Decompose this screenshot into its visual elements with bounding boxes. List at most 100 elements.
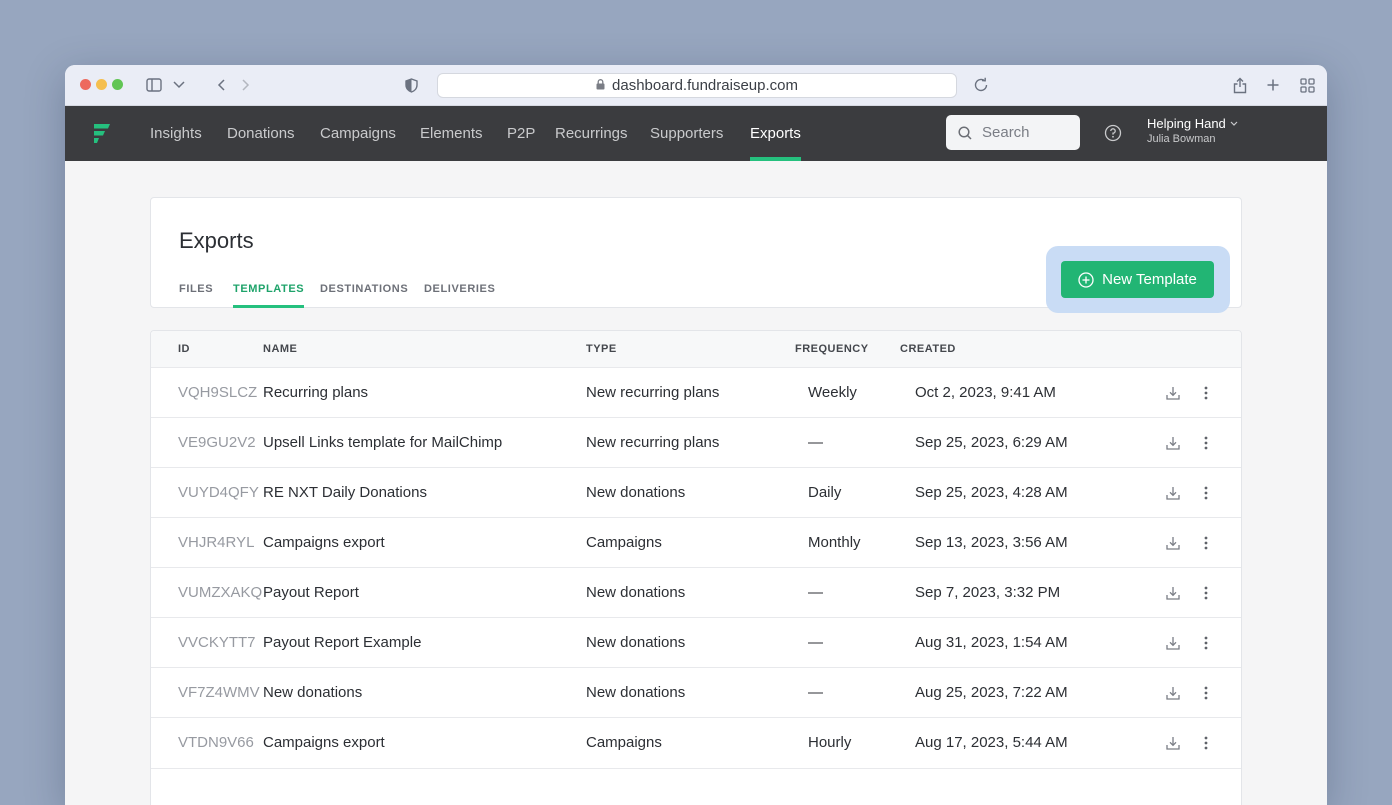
column-header-name: NAME <box>263 343 298 355</box>
url-text: dashboard.fundraiseup.com <box>612 77 798 94</box>
zoom-window-button[interactable] <box>112 79 123 90</box>
account-switcher[interactable]: Helping Hand Julia Bowman <box>1147 116 1238 145</box>
plus-circle-icon <box>1078 271 1094 288</box>
sidebar-toggle-icon[interactable] <box>143 74 165 96</box>
nav-p2p[interactable]: P2P <box>507 106 535 161</box>
row-type: New recurring plans <box>586 434 720 451</box>
column-header-type: TYPE <box>586 343 617 355</box>
table-row[interactable]: VF7Z4WMV New donations New donations — A… <box>151 667 1241 718</box>
more-options-icon[interactable] <box>1196 383 1216 403</box>
row-frequency: — <box>808 634 823 651</box>
reload-icon[interactable] <box>970 74 992 96</box>
nav-exports[interactable]: Exports <box>750 106 801 161</box>
user-name: Julia Bowman <box>1147 133 1216 145</box>
row-id: VTDN9V66 <box>178 734 254 751</box>
table-row[interactable]: VTDN9V66 Campaigns export Campaigns Hour… <box>151 717 1241 769</box>
more-options-icon[interactable] <box>1196 683 1216 703</box>
row-type: Campaigns <box>586 734 662 751</box>
row-created: Aug 25, 2023, 7:22 AM <box>915 684 1068 701</box>
row-created: Sep 13, 2023, 3:56 AM <box>915 534 1068 551</box>
row-type: New donations <box>586 484 686 501</box>
back-icon[interactable] <box>210 74 232 96</box>
row-name[interactable]: Upsell Links template for MailChimp <box>263 418 502 468</box>
tab-overview-icon[interactable] <box>1296 74 1318 96</box>
row-frequency: — <box>808 584 823 601</box>
search-placeholder: Search <box>982 124 1030 141</box>
more-options-icon[interactable] <box>1196 533 1216 553</box>
row-name[interactable]: RE NXT Daily Donations <box>263 468 427 518</box>
nav-recurrings[interactable]: Recurrings <box>555 106 628 161</box>
templates-table: ID NAME TYPE FREQUENCY CREATED VQH9SLCZ … <box>150 330 1242 805</box>
row-frequency: Monthly <box>808 534 861 551</box>
row-id: VF7Z4WMV <box>178 684 260 701</box>
forward-icon[interactable] <box>235 74 257 96</box>
minimize-window-button[interactable] <box>96 79 107 90</box>
app-navbar: Insights Donations Campaigns Elements P2… <box>65 106 1327 161</box>
row-name[interactable]: Recurring plans <box>263 368 368 418</box>
search-input[interactable]: Search <box>946 115 1080 150</box>
browser-titlebar: dashboard.fundraiseup.com <box>65 65 1327 106</box>
row-created: Sep 25, 2023, 6:29 AM <box>915 434 1068 451</box>
tab-destinations[interactable]: DESTINATIONS <box>320 283 408 308</box>
new-template-button[interactable]: New Template <box>1061 261 1214 298</box>
nav-donations[interactable]: Donations <box>227 106 295 161</box>
nav-supporters[interactable]: Supporters <box>650 106 723 161</box>
help-icon[interactable] <box>1104 124 1122 147</box>
close-window-button[interactable] <box>80 79 91 90</box>
nav-insights[interactable]: Insights <box>150 106 202 161</box>
table-row[interactable]: VUYD4QFY RE NXT Daily Donations New dona… <box>151 467 1241 518</box>
table-row[interactable]: VQH9SLCZ Recurring plans New recurring p… <box>151 367 1241 418</box>
download-icon[interactable] <box>1163 433 1183 453</box>
tab-deliveries[interactable]: DELIVERIES <box>424 283 495 308</box>
download-icon[interactable] <box>1163 583 1183 603</box>
row-name[interactable]: Campaigns export <box>263 718 385 768</box>
row-type: New donations <box>586 584 686 601</box>
privacy-shield-icon[interactable] <box>400 74 422 96</box>
row-created: Sep 7, 2023, 3:32 PM <box>915 584 1061 601</box>
download-icon[interactable] <box>1163 483 1183 503</box>
org-name: Helping Hand <box>1147 116 1226 131</box>
table-row[interactable]: VVCKYTT7 Payout Report Example New donat… <box>151 617 1241 668</box>
column-header-frequency: FREQUENCY <box>795 343 869 355</box>
download-icon[interactable] <box>1163 533 1183 553</box>
row-frequency: — <box>808 434 823 451</box>
row-id: VUYD4QFY <box>178 484 259 501</box>
download-icon[interactable] <box>1163 633 1183 653</box>
nav-campaigns[interactable]: Campaigns <box>320 106 396 161</box>
more-options-icon[interactable] <box>1196 583 1216 603</box>
download-icon[interactable] <box>1163 383 1183 403</box>
row-name[interactable]: Payout Report <box>263 568 359 618</box>
row-name[interactable]: Payout Report Example <box>263 618 421 668</box>
table-row[interactable]: VE9GU2V2 Upsell Links template for MailC… <box>151 417 1241 468</box>
row-id: VUMZXAKQ <box>178 584 263 601</box>
row-name[interactable]: New donations <box>263 668 362 718</box>
share-icon[interactable] <box>1229 74 1251 96</box>
more-options-icon[interactable] <box>1196 733 1216 753</box>
row-name[interactable]: Campaigns export <box>263 518 385 568</box>
row-id: VE9GU2V2 <box>178 434 256 451</box>
more-options-icon[interactable] <box>1196 633 1216 653</box>
nav-elements[interactable]: Elements <box>420 106 483 161</box>
column-header-created: CREATED <box>900 343 956 355</box>
tab-files[interactable]: FILES <box>179 283 213 308</box>
table-row[interactable]: VUMZXAKQ Payout Report New donations — S… <box>151 567 1241 618</box>
tab-templates[interactable]: TEMPLATES <box>233 283 305 308</box>
page-title: Exports <box>179 228 254 253</box>
more-options-icon[interactable] <box>1196 483 1216 503</box>
table-row[interactable]: VHJR4RYL Campaigns export Campaigns Mont… <box>151 517 1241 568</box>
chevron-down-icon <box>1230 121 1238 126</box>
fundraiseup-logo-icon[interactable] <box>91 123 111 149</box>
row-type: New donations <box>586 684 686 701</box>
row-type: New recurring plans <box>586 384 720 401</box>
row-id: VQH9SLCZ <box>178 384 258 401</box>
chevron-down-icon[interactable] <box>168 74 190 96</box>
address-bar[interactable]: dashboard.fundraiseup.com <box>437 73 957 98</box>
download-icon[interactable] <box>1163 683 1183 703</box>
row-type: Campaigns <box>586 534 662 551</box>
row-frequency: Hourly <box>808 734 852 751</box>
more-options-icon[interactable] <box>1196 433 1216 453</box>
download-icon[interactable] <box>1163 733 1183 753</box>
row-frequency: Daily <box>808 484 842 501</box>
browser-window: dashboard.fundraiseup.com Insights Donat… <box>65 65 1327 805</box>
new-tab-icon[interactable] <box>1262 74 1284 96</box>
